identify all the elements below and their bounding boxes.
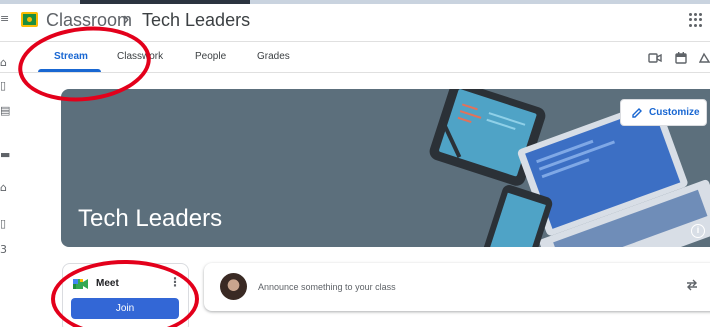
google-meet-icon bbox=[73, 279, 88, 289]
enrolled-icon[interactable]: ▬ bbox=[0, 148, 10, 161]
drive-folder-icon[interactable] bbox=[699, 52, 710, 64]
announce-box[interactable]: Announce something to your class bbox=[204, 263, 710, 311]
customize-button[interactable]: Customize bbox=[620, 99, 707, 126]
breadcrumb-separator: › bbox=[123, 9, 130, 30]
more-options-icon[interactable]: ⋮ bbox=[169, 275, 181, 289]
announce-placeholder[interactable]: Announce something to your class bbox=[258, 282, 396, 292]
app-header: Classroom › Tech Leaders bbox=[0, 4, 710, 42]
join-button[interactable]: Join bbox=[71, 298, 179, 319]
class-banner: Tech Leaders Customize i bbox=[61, 89, 710, 247]
calendar-icon[interactable] bbox=[675, 52, 687, 64]
video-call-icon[interactable] bbox=[648, 52, 662, 64]
info-icon[interactable]: i bbox=[691, 224, 705, 238]
app-title[interactable]: Classroom bbox=[46, 10, 132, 31]
todo-icon[interactable]: ▤ bbox=[0, 104, 10, 117]
tab-classwork[interactable]: Classwork bbox=[117, 51, 163, 62]
pencil-icon bbox=[632, 108, 642, 118]
meet-label: Meet bbox=[96, 278, 119, 289]
banner-class-title: Tech Leaders bbox=[78, 205, 223, 232]
class-icon[interactable]: ⌂ bbox=[0, 181, 7, 194]
class-title: Tech Leaders bbox=[142, 10, 251, 30]
classroom-logo-icon[interactable] bbox=[21, 12, 38, 27]
tab-people[interactable]: People bbox=[195, 51, 226, 62]
calendar-nav-icon[interactable]: ▯ bbox=[0, 79, 6, 92]
meet-card: Meet ⋮ Join bbox=[62, 263, 189, 327]
avatar bbox=[220, 273, 247, 300]
class-tabs: Stream Classwork People Grades bbox=[0, 42, 710, 73]
settings-icon[interactable]: 3 bbox=[0, 243, 7, 256]
repost-icon[interactable] bbox=[685, 278, 699, 292]
archived-icon[interactable]: ▯ bbox=[0, 217, 6, 230]
tab-stream[interactable]: Stream bbox=[54, 51, 88, 62]
tab-grades[interactable]: Grades bbox=[257, 51, 290, 62]
active-tab-indicator bbox=[38, 69, 101, 72]
customize-label: Customize bbox=[649, 107, 700, 118]
google-apps-icon[interactable] bbox=[689, 13, 703, 27]
